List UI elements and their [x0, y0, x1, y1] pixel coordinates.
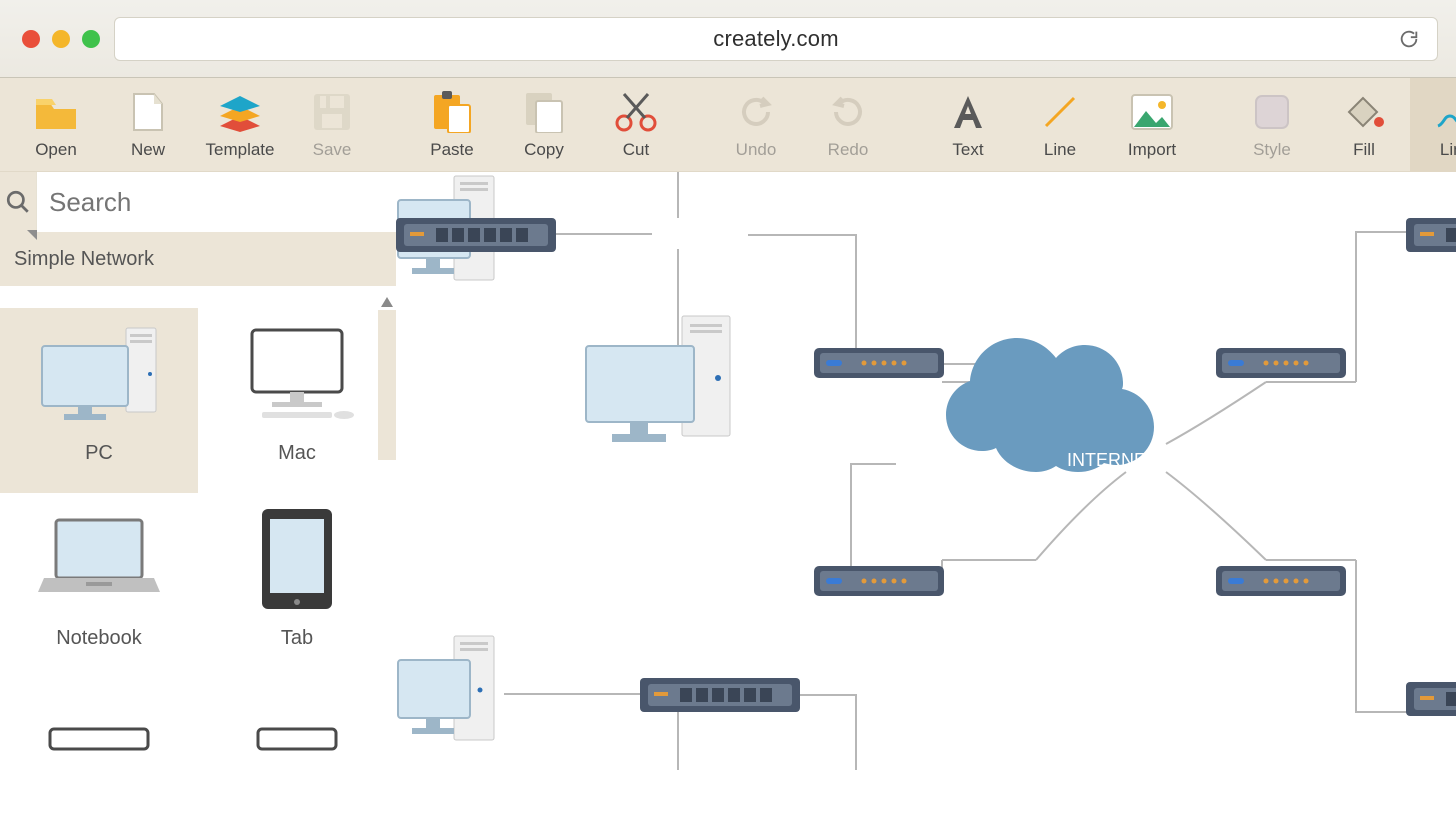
open-button[interactable]: Open [10, 78, 102, 172]
template-icon [218, 90, 262, 134]
reload-icon[interactable] [1395, 25, 1423, 53]
scroll-up-icon[interactable] [378, 294, 396, 310]
address-bar[interactable]: creately.com [114, 17, 1438, 61]
shape-library-panel: Simple Network PC [0, 172, 396, 770]
browser-chrome: creately.com [0, 0, 1456, 78]
fill-button[interactable]: Fill [1318, 78, 1410, 172]
cut-button[interactable]: Cut [590, 78, 682, 172]
undo-icon [734, 90, 778, 134]
line-icon [1038, 90, 1082, 134]
shape-extra-1[interactable] [0, 678, 198, 828]
copy-icon [522, 90, 566, 134]
new-button[interactable]: New [102, 78, 194, 172]
copy-button[interactable]: Copy [498, 78, 590, 172]
window-controls [22, 30, 100, 48]
paint-bucket-icon [1342, 90, 1386, 134]
laptop-icon [34, 505, 164, 615]
image-icon [1130, 90, 1174, 134]
pencil-line-icon [1434, 90, 1456, 134]
node-switch-right-1[interactable] [1406, 218, 1456, 254]
shape-tab[interactable]: Tab [198, 493, 396, 678]
pc-icon [34, 320, 164, 430]
node-pc-2[interactable] [582, 312, 742, 452]
redo-button: Redo [802, 78, 894, 172]
maximize-window-icon[interactable] [82, 30, 100, 48]
mac-icon [232, 320, 362, 430]
diagram-canvas[interactable]: INTERNET [396, 172, 1456, 770]
folder-icon [34, 90, 78, 134]
node-router-2[interactable] [814, 566, 944, 598]
device-icon [232, 690, 362, 800]
redo-icon [826, 90, 870, 134]
import-button[interactable]: Import [1106, 78, 1198, 172]
node-switch-right-2[interactable] [1406, 682, 1456, 718]
shape-grid: PC Mac Note [0, 286, 396, 828]
node-pc-3[interactable] [396, 632, 516, 758]
style-button: Style [1226, 78, 1318, 172]
node-router-3[interactable] [1216, 348, 1346, 380]
device-icon [34, 690, 164, 800]
shape-category[interactable]: Simple Network [0, 232, 396, 286]
scrollbar-track[interactable] [378, 310, 396, 460]
shape-extra-2[interactable] [198, 678, 396, 828]
minimize-window-icon[interactable] [52, 30, 70, 48]
scissors-icon [614, 90, 658, 134]
tablet-icon [232, 505, 362, 615]
paste-icon [430, 90, 474, 134]
close-window-icon[interactable] [22, 30, 40, 48]
node-switch-1[interactable] [396, 218, 556, 254]
node-router-1[interactable] [814, 348, 944, 380]
shape-mac[interactable]: Mac [198, 308, 396, 493]
new-file-icon [126, 90, 170, 134]
search-input[interactable] [37, 172, 396, 232]
internet-cloud[interactable]: INTERNET [946, 338, 1157, 472]
line-tool-button[interactable]: Line [1014, 78, 1106, 172]
undo-button: Undo [710, 78, 802, 172]
save-button: Save [286, 78, 378, 172]
address-url: creately.com [713, 26, 838, 52]
shape-notebook[interactable]: Notebook [0, 493, 198, 678]
style-swatch-icon [1250, 90, 1294, 134]
shape-search-row [0, 172, 396, 232]
toolbar: Open New Template Save Paste [0, 78, 1456, 172]
shape-pc[interactable]: PC [0, 308, 198, 493]
save-icon [310, 90, 354, 134]
line-style-button[interactable]: Line [1410, 78, 1456, 172]
text-icon [946, 90, 990, 134]
paste-button[interactable]: Paste [406, 78, 498, 172]
svg-text:INTERNET: INTERNET [1067, 450, 1157, 470]
node-router-4[interactable] [1216, 566, 1346, 598]
template-button[interactable]: Template [194, 78, 286, 172]
node-switch-2[interactable] [640, 678, 800, 714]
text-tool-button[interactable]: Text [922, 78, 1014, 172]
search-icon[interactable] [0, 172, 37, 232]
